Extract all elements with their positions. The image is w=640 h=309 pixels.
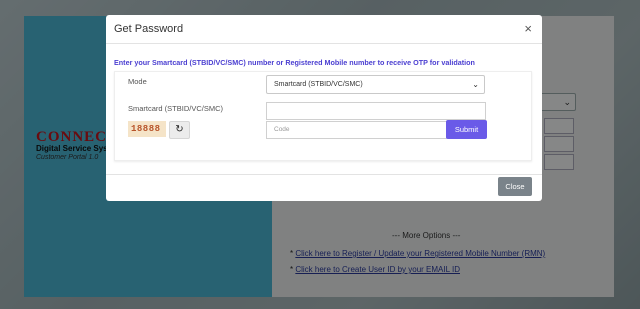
submit-button[interactable]: Submit <box>446 120 487 139</box>
mode-select[interactable]: Smartcard (STBID/VC/SMC) ⌄ <box>266 75 485 94</box>
password-form: Mode Smartcard (STBID/VC/SMC) ⌄ Smartcar… <box>114 71 532 161</box>
dialog-body: Enter your Smartcard (STBID/VC/SMC) numb… <box>106 44 542 174</box>
chevron-down-icon: ⌄ <box>472 80 479 89</box>
mode-label: Mode <box>128 77 147 86</box>
captcha-code-input[interactable]: Code <box>266 121 447 139</box>
instruction-text: Enter your Smartcard (STBID/VC/SMC) numb… <box>114 58 475 67</box>
mode-select-value: Smartcard (STBID/VC/SMC) <box>274 81 363 88</box>
smartcard-label: Smartcard (STBID/VC/SMC) <box>128 104 224 113</box>
refresh-icon: ↻ <box>175 124 184 135</box>
captcha-image: 18888 <box>128 121 166 137</box>
smartcard-input[interactable] <box>266 102 486 120</box>
close-icon[interactable]: × <box>524 21 532 36</box>
refresh-captcha-button[interactable]: ↻ <box>169 121 190 139</box>
dialog-title: Get Password <box>114 23 184 35</box>
close-button[interactable]: Close <box>498 177 532 196</box>
get-password-dialog: Get Password × Enter your Smartcard (STB… <box>106 15 542 201</box>
dialog-header: Get Password × <box>106 15 542 44</box>
dialog-footer: Close <box>106 174 542 201</box>
